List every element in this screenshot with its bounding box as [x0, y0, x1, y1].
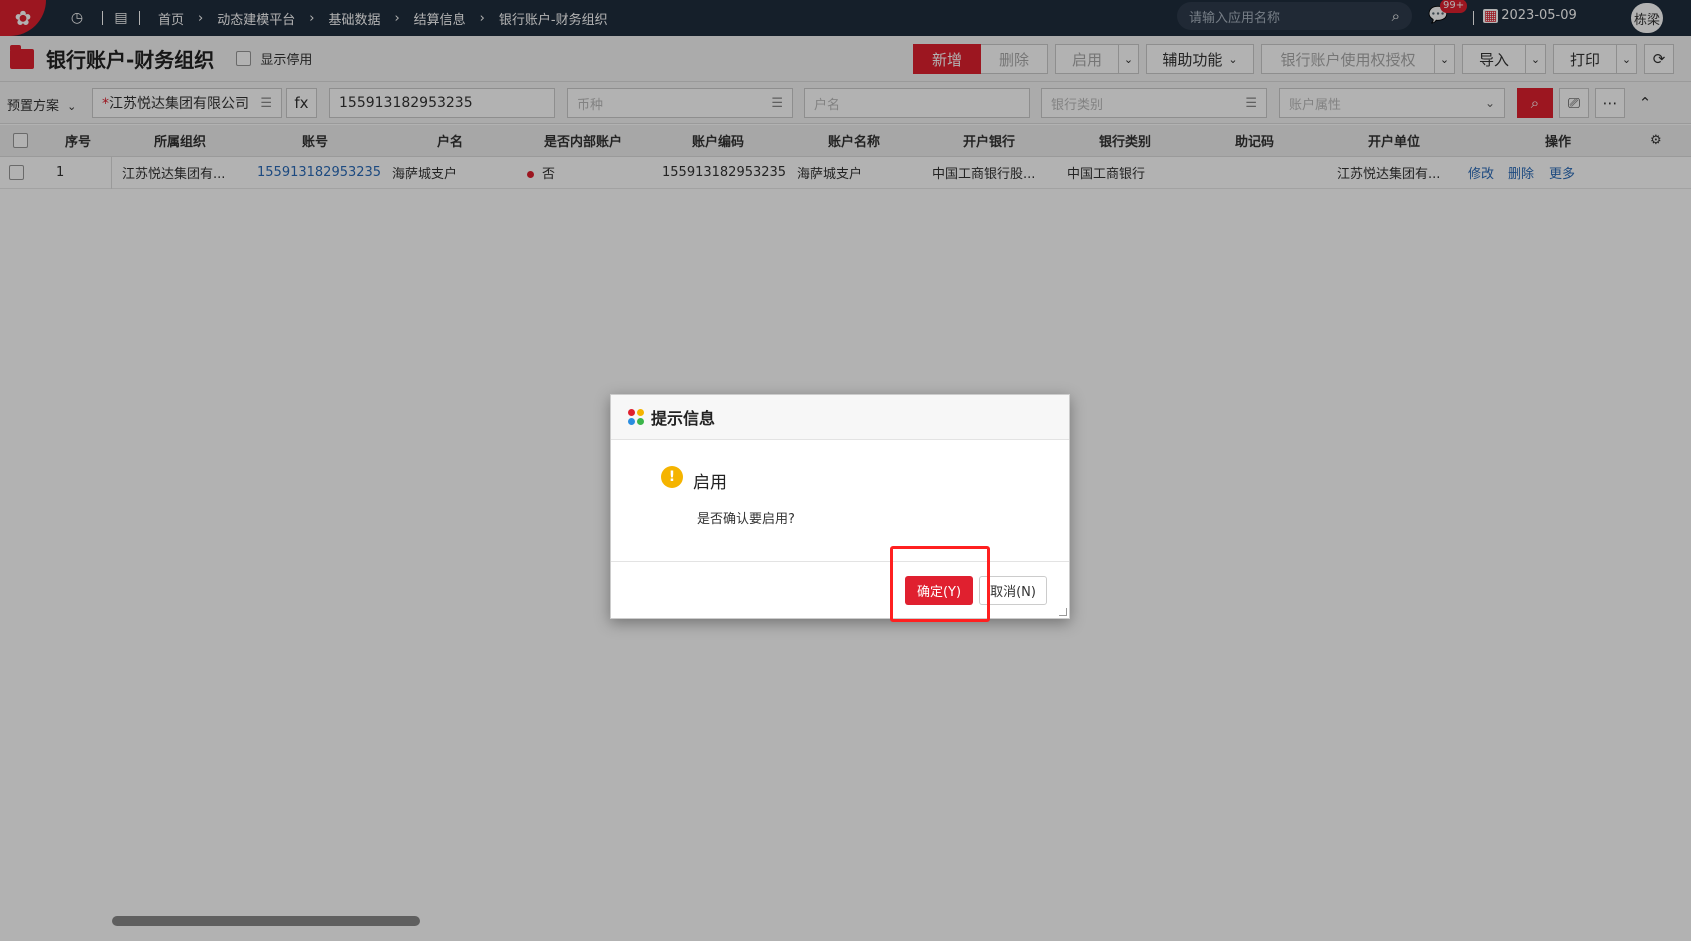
warning-icon: ! — [661, 466, 683, 488]
dialog-header: 提示信息 — [611, 395, 1069, 440]
highlight-box — [890, 546, 990, 622]
dialog-footer: 确定(Y) 取消(N) — [611, 562, 1069, 618]
dialog-title: 提示信息 — [651, 409, 716, 428]
app-logo-icon — [628, 408, 645, 426]
footer-bar — [0, 926, 1691, 941]
confirm-dialog: 提示信息 ! 启用 是否确认要启用? 确定(Y) 取消(N) — [610, 394, 1070, 619]
dialog-body: ! 启用 是否确认要启用? — [611, 440, 1069, 562]
dialog-heading: 启用 — [693, 473, 727, 493]
dialog-message: 是否确认要启用? — [697, 512, 795, 527]
resize-handle[interactable] — [1059, 608, 1067, 616]
